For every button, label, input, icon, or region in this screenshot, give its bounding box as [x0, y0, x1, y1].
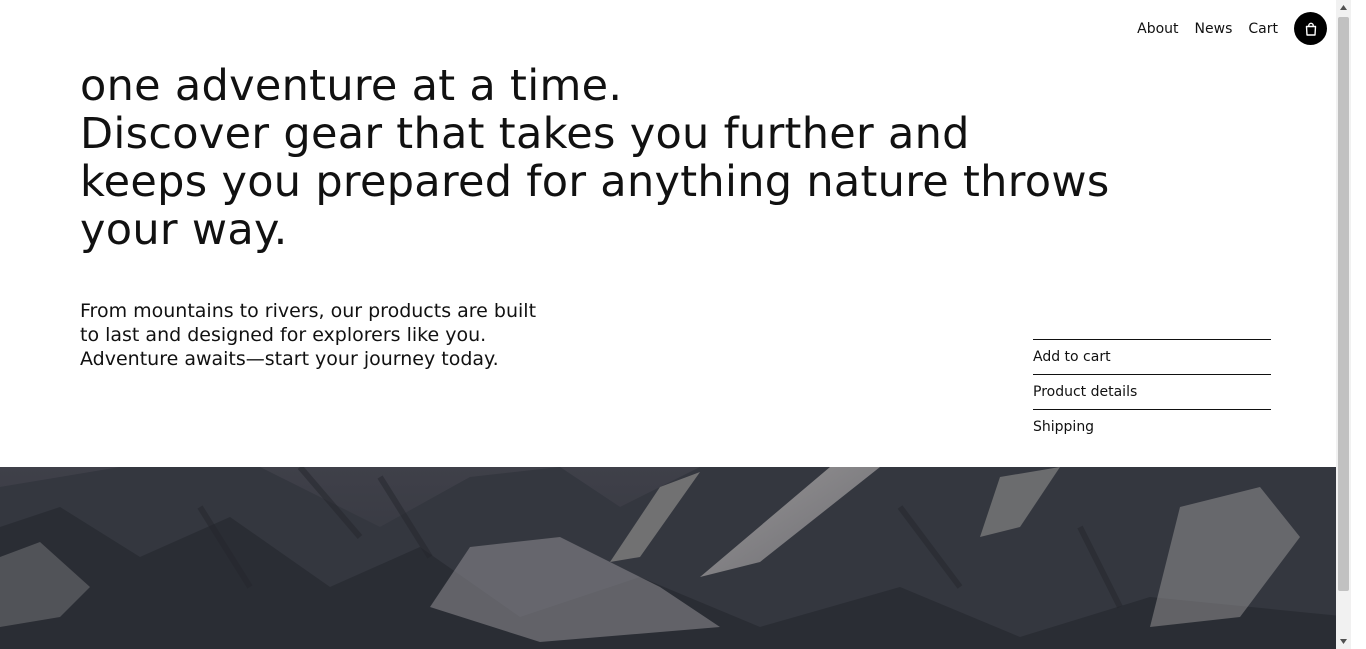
headline-line: keeps you prepared for anything nature t… — [80, 157, 1110, 207]
headline-line: your way. — [80, 205, 288, 255]
nav-link-news[interactable]: News — [1195, 21, 1233, 37]
vertical-scrollbar[interactable] — [1336, 0, 1351, 649]
page: About News Cart one adventure at a time.… — [0, 0, 1351, 649]
scroll-down-button[interactable] — [1336, 634, 1351, 649]
nav-link-about[interactable]: About — [1137, 21, 1178, 37]
shopping-bag-icon — [1305, 22, 1316, 36]
top-nav: About News Cart — [1137, 12, 1327, 45]
triangle-up-icon — [1340, 5, 1347, 10]
accordion-item-product-details[interactable]: Product details — [1033, 374, 1271, 409]
accordion-item-shipping[interactable]: Shipping — [1033, 409, 1271, 444]
triangle-down-icon — [1340, 639, 1347, 644]
scrollbar-thumb[interactable] — [1338, 17, 1349, 591]
accordion-item-add-to-cart[interactable]: Add to cart — [1033, 339, 1271, 374]
cart-button[interactable] — [1294, 12, 1327, 45]
subtext-line: From mountains to rivers, our products a… — [80, 300, 537, 322]
headline-line: one adventure at a time. — [80, 61, 623, 111]
hero-headline: one adventure at a time. Discover gear t… — [80, 62, 1200, 254]
mountain-image — [0, 467, 1351, 649]
hero-subtext: From mountains to rivers, our products a… — [80, 299, 600, 371]
headline-line: Discover gear that takes you further and — [80, 109, 970, 159]
subtext-line: Adventure awaits—start your journey toda… — [80, 348, 499, 370]
scroll-up-button[interactable] — [1336, 0, 1351, 15]
subtext-line: to last and designed for explorers like … — [80, 324, 487, 346]
nav-link-cart[interactable]: Cart — [1248, 21, 1278, 37]
mountain-illustration — [0, 467, 1351, 649]
product-accordion: Add to cart Product details Shipping — [1033, 339, 1271, 444]
